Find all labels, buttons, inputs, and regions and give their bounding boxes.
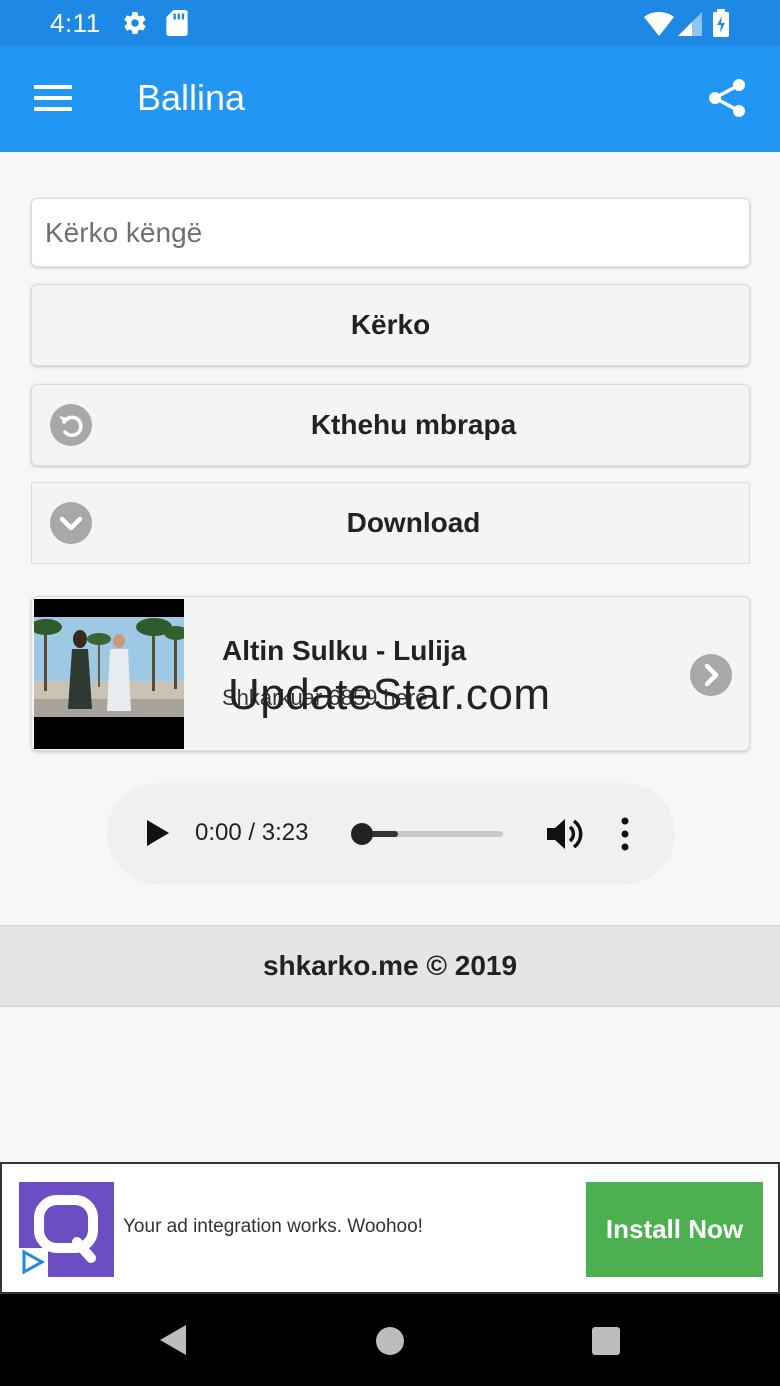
app-bar: Ballina — [0, 45, 780, 152]
share-icon[interactable] — [706, 77, 748, 119]
home-circle-icon[interactable] — [375, 1326, 405, 1356]
page-title: Ballina — [137, 77, 246, 118]
back-button[interactable]: Kthehu mbrapa — [31, 384, 750, 466]
wifi-icon — [644, 12, 674, 36]
watermark: UpdateStar.com — [228, 670, 551, 719]
seek-bar[interactable] — [351, 823, 503, 845]
status-bar: 4:11 — [0, 0, 780, 45]
ad-text: Your ad integration works. Woohoo! — [123, 1216, 423, 1237]
more-vertical-icon[interactable] — [619, 817, 631, 851]
ad-banner[interactable]: Your ad integration works. Woohoo! Insta… — [0, 1162, 780, 1294]
song-title: Altin Sulku - Lulija — [222, 635, 467, 666]
install-now-button[interactable]: Install Now — [586, 1182, 763, 1277]
download-button-label: Download — [346, 507, 481, 538]
seek-thumb[interactable] — [351, 823, 373, 845]
chevron-right-circle-icon — [690, 654, 732, 696]
sd-card-icon — [166, 10, 188, 36]
battery-charging-icon — [713, 9, 729, 37]
search-button[interactable]: Kërko — [31, 284, 750, 366]
volume-icon[interactable] — [545, 815, 583, 853]
song-card[interactable]: Altin Sulku - Lulija Shkarkuar 6859 herë… — [31, 596, 750, 751]
audio-player: 0:00 / 3:23 — [107, 783, 675, 884]
back-triangle-icon[interactable] — [156, 1323, 188, 1357]
footer: shkarko.me © 2019 — [0, 925, 780, 1007]
status-time: 4:11 — [50, 8, 101, 38]
signal-icon — [678, 12, 702, 36]
search-input[interactable] — [31, 198, 750, 267]
back-button-label: Kthehu mbrapa — [310, 409, 517, 440]
search-button-label: Kërko — [350, 309, 431, 340]
hamburger-menu-icon[interactable] — [34, 85, 72, 113]
song-thumbnail — [34, 599, 184, 749]
system-nav-bar — [0, 1294, 780, 1386]
recents-square-icon[interactable] — [591, 1326, 621, 1356]
gear-icon — [124, 12, 146, 34]
footer-copyright: shkarko.me © 2019 — [262, 950, 518, 981]
ad-app-logo — [19, 1182, 114, 1277]
time-display: 0:00 / 3:23 — [195, 819, 309, 846]
play-icon[interactable] — [145, 819, 171, 847]
download-button[interactable]: Download — [31, 482, 750, 564]
